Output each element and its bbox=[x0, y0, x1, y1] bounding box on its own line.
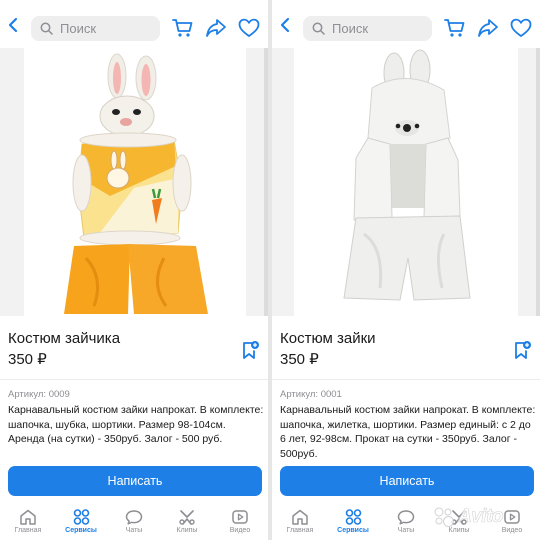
orange-bunny-costume-image bbox=[64, 53, 208, 314]
back-arrow-icon[interactable] bbox=[278, 17, 292, 33]
chat-icon bbox=[397, 510, 415, 525]
divider bbox=[272, 379, 540, 380]
gallery-scrollbar[interactable] bbox=[536, 48, 540, 316]
article-number: Артикул: 0001 bbox=[280, 389, 342, 400]
tab-home[interactable]: Главная bbox=[3, 506, 53, 540]
tab-label: Чаты bbox=[397, 527, 415, 534]
search-input[interactable]: Поиск bbox=[303, 16, 432, 41]
tab-services[interactable]: Сервисы bbox=[56, 506, 106, 540]
search-placeholder: Поиск bbox=[60, 21, 97, 36]
write-message-button[interactable]: Написать bbox=[280, 466, 534, 496]
product-title: Костюм зайки bbox=[280, 330, 376, 347]
tab-label: Клипы bbox=[176, 527, 198, 534]
back-arrow-icon[interactable] bbox=[6, 17, 20, 33]
top-bar: Поиск bbox=[0, 0, 268, 48]
tab-label: Сервисы bbox=[65, 527, 97, 534]
product-photo[interactable] bbox=[294, 48, 518, 316]
clips-icon bbox=[179, 510, 195, 525]
share-icon[interactable] bbox=[477, 18, 499, 38]
divider bbox=[0, 379, 268, 380]
bottom-tab-bar: Главная Сервисы Чаты Клипы Видео bbox=[0, 506, 268, 540]
avito-watermark: Avito bbox=[433, 503, 504, 531]
write-message-button[interactable]: Написать bbox=[8, 466, 262, 496]
gallery-scrollbar[interactable] bbox=[264, 48, 268, 316]
cart-icon[interactable] bbox=[444, 18, 466, 38]
product-photo[interactable] bbox=[24, 48, 246, 316]
product-price: 350 ₽ bbox=[280, 351, 319, 368]
product-title: Костюм зайчика bbox=[8, 330, 121, 347]
tab-label: Сервисы bbox=[337, 527, 369, 534]
services-icon bbox=[345, 509, 361, 525]
product-description: Карнавальный костюм зайки напрокат. В ко… bbox=[280, 404, 536, 460]
tab-label: Главная bbox=[286, 527, 314, 534]
tab-services[interactable]: Сервисы bbox=[328, 506, 378, 540]
services-icon bbox=[73, 509, 89, 525]
tab-clips[interactable]: Клипы bbox=[162, 506, 212, 540]
search-icon bbox=[312, 22, 325, 35]
search-placeholder: Поиск bbox=[332, 21, 369, 36]
screenshot-collage: Поиск Костюм зайчика 350 ₽ Артикул: 0009… bbox=[0, 0, 540, 540]
tab-label: Чаты bbox=[125, 527, 143, 534]
tab-chats[interactable]: Чаты bbox=[381, 506, 431, 540]
share-icon[interactable] bbox=[205, 18, 227, 38]
tab-chats[interactable]: Чаты bbox=[109, 506, 159, 540]
tab-label: Главная bbox=[14, 527, 42, 534]
tab-label: Видео bbox=[501, 527, 523, 534]
home-icon bbox=[20, 509, 36, 525]
avito-logo-icon bbox=[434, 507, 454, 527]
product-panel-right: Поиск Костюм зайки 350 ₽ Артикул: 0001 К… bbox=[272, 0, 540, 540]
tab-label: Видео bbox=[229, 527, 251, 534]
cart-icon[interactable] bbox=[172, 18, 194, 38]
search-icon bbox=[40, 22, 53, 35]
tab-video[interactable]: Видео bbox=[215, 506, 265, 540]
chat-icon bbox=[125, 510, 143, 525]
video-icon bbox=[504, 510, 520, 524]
watermark-text: Avito bbox=[458, 506, 504, 528]
tab-home[interactable]: Главная bbox=[275, 506, 325, 540]
top-bar: Поиск bbox=[272, 0, 540, 48]
search-input[interactable]: Поиск bbox=[31, 16, 160, 41]
add-bookmark-icon[interactable] bbox=[512, 340, 532, 360]
video-icon bbox=[232, 510, 248, 524]
favorite-heart-icon[interactable] bbox=[510, 18, 532, 38]
favorite-heart-icon[interactable] bbox=[238, 18, 260, 38]
product-price: 350 ₽ bbox=[8, 351, 47, 368]
article-number: Артикул: 0009 bbox=[8, 389, 70, 400]
product-panel-left: Поиск Костюм зайчика 350 ₽ Артикул: 0009… bbox=[0, 0, 268, 540]
product-description: Карнавальный костюм зайки напрокат. В ко… bbox=[8, 404, 264, 445]
home-icon bbox=[292, 509, 308, 525]
white-bunny-costume-image bbox=[343, 49, 471, 301]
add-bookmark-icon[interactable] bbox=[240, 340, 260, 360]
